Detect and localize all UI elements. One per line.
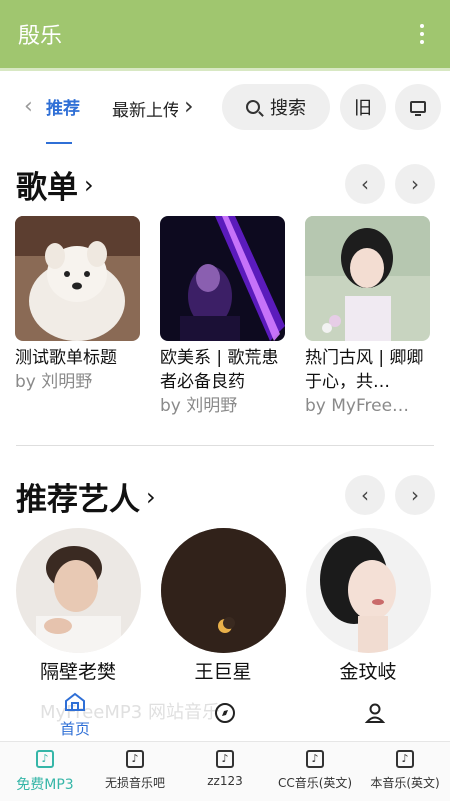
playlist-author: by MyFree… xyxy=(305,396,410,416)
page-tab-bar: MyFreeMP3 网站音乐 首页 xyxy=(0,684,450,740)
playlists-next-button[interactable]: › xyxy=(395,164,435,204)
nav-free-mp3[interactable]: ♪ 免费MP3 xyxy=(0,750,90,794)
tabs-next-icon[interactable]: › xyxy=(184,92,194,120)
tabs-prev-icon[interactable]: ‹ xyxy=(24,94,33,119)
artist-avatar xyxy=(160,528,286,653)
artists-title: 推荐艺人 xyxy=(16,482,140,518)
playlists-title: 歌单 xyxy=(16,170,78,206)
nav-zz123[interactable]: ♪ zz123 xyxy=(180,750,270,788)
chevron-right-icon: › xyxy=(146,482,156,511)
chevron-right-icon: › xyxy=(411,172,419,196)
artist-name: 金玟岐 xyxy=(339,661,397,683)
old-version-button[interactable]: 旧 xyxy=(340,84,386,130)
music-note-icon: ♪ xyxy=(36,750,54,768)
music-note-icon: ♪ xyxy=(306,750,324,768)
person-icon xyxy=(364,703,386,723)
chevron-left-icon: ‹ xyxy=(361,483,369,507)
search-button[interactable]: 搜索 xyxy=(222,84,330,130)
playlist-title: 测试歌单标题 xyxy=(15,348,117,368)
artists-section-title[interactable]: 推荐艺人 › xyxy=(16,474,156,519)
search-label: 搜索 xyxy=(270,98,306,119)
nav-label: 本音乐(英文) xyxy=(370,776,440,790)
playlist-cover-image xyxy=(305,216,430,341)
tab-home-label: 首页 xyxy=(59,720,90,738)
artist-avatar xyxy=(15,528,141,653)
playlist-card[interactable]: 测试歌单标题 by 刘明野 xyxy=(15,216,141,394)
tv-button[interactable] xyxy=(395,84,441,130)
search-icon xyxy=(246,100,260,114)
nav-ben-music[interactable]: ♪ 本音乐(英文) xyxy=(360,750,450,791)
chevron-right-icon: › xyxy=(84,170,94,199)
playlist-cover-image xyxy=(15,216,140,341)
playlist-card[interactable]: 欧美系 | 歌荒患者必备良药 by 刘明野 xyxy=(160,216,286,418)
playlist-cover-image xyxy=(160,216,285,341)
music-note-icon: ♪ xyxy=(216,750,234,768)
music-note-icon: ♪ xyxy=(126,750,144,768)
compass-icon xyxy=(215,703,235,723)
artist-card[interactable]: 王巨星 xyxy=(160,528,286,684)
playlist-title: 热门古风 | 卿卿于心，共… xyxy=(305,348,424,392)
section-divider xyxy=(16,445,434,446)
tab-recommend[interactable]: 推荐 xyxy=(46,94,80,119)
tab-active-indicator xyxy=(46,142,72,144)
artist-name: 隔壁老樊 xyxy=(39,661,116,683)
artist-card[interactable]: 隔壁老樊 xyxy=(15,528,141,684)
nav-label: zz123 xyxy=(207,774,243,788)
music-note-icon: ♪ xyxy=(396,750,414,768)
chevron-right-icon: › xyxy=(411,483,419,507)
more-options-icon[interactable] xyxy=(412,19,432,49)
tab-profile[interactable] xyxy=(345,702,405,728)
artists-next-button[interactable]: › xyxy=(395,475,435,515)
playlist-author: by 刘明野 xyxy=(15,372,93,392)
tv-icon xyxy=(410,101,426,116)
tab-latest-upload[interactable]: 最新上传 xyxy=(112,96,178,121)
artist-name: 王巨星 xyxy=(194,661,252,683)
app-bar-divider xyxy=(0,68,450,71)
chevron-left-icon: ‹ xyxy=(361,172,369,196)
app-bar: 殷乐 xyxy=(0,0,450,68)
app-title: 殷乐 xyxy=(18,24,63,49)
playlist-card[interactable]: 热门古风 | 卿卿于心，共… by MyFree… xyxy=(305,216,431,418)
nav-label: 免费MP3 xyxy=(16,777,74,793)
bottom-navigation: ♪ 免费MP3 ♪ 无损音乐吧 ♪ zz123 ♪ CC音乐(英文) ♪ 本音乐… xyxy=(0,741,450,801)
old-version-label: 旧 xyxy=(354,98,372,119)
nav-label: 无损音乐吧 xyxy=(104,776,165,790)
nav-cc-music[interactable]: ♪ CC音乐(英文) xyxy=(270,750,360,791)
nav-lossless-music[interactable]: ♪ 无损音乐吧 xyxy=(90,750,180,791)
tab-home[interactable]: 首页 xyxy=(45,692,105,739)
artist-avatar xyxy=(305,528,431,653)
playlists-prev-button[interactable]: ‹ xyxy=(345,164,385,204)
playlist-author: by 刘明野 xyxy=(160,396,238,416)
artists-prev-button[interactable]: ‹ xyxy=(345,475,385,515)
artist-card[interactable]: 金玟岐 xyxy=(305,528,431,684)
playlist-title: 欧美系 | 歌荒患者必备良药 xyxy=(160,348,279,392)
tabs-row: ‹ 推荐 最新上传 › 搜索 旧 xyxy=(0,82,450,132)
nav-label: CC音乐(英文) xyxy=(277,776,353,790)
playlists-section-title[interactable]: 歌单 › xyxy=(16,162,94,207)
tab-discover[interactable] xyxy=(195,702,255,728)
home-icon xyxy=(65,692,85,711)
